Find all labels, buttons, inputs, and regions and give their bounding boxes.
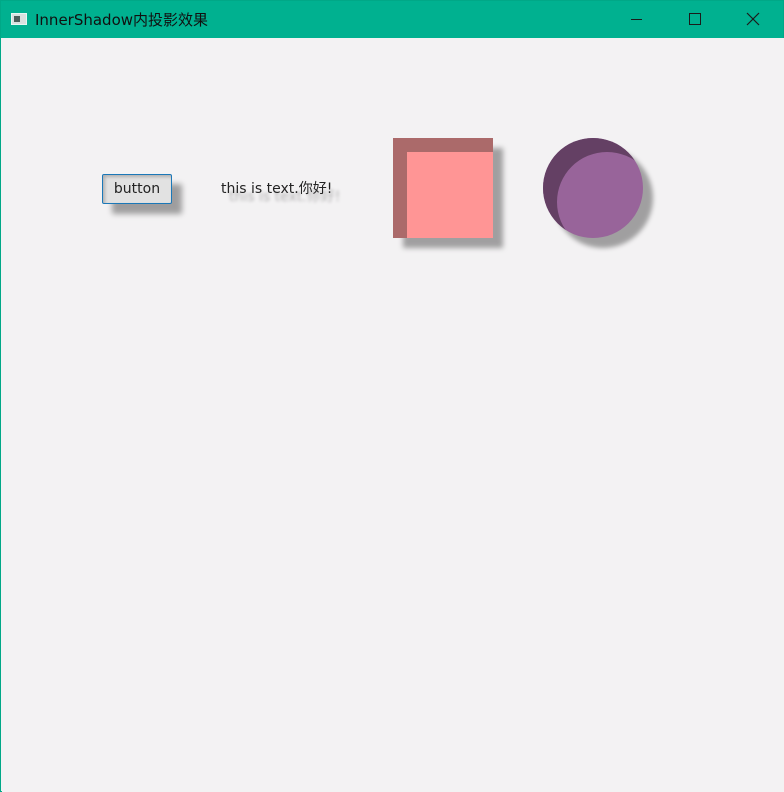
content-area: button this is text.你好! <box>2 38 784 792</box>
close-icon <box>746 12 760 26</box>
shadowed-square <box>393 138 493 238</box>
minimize-icon <box>631 19 642 20</box>
demo-text: this is text.你好! <box>221 181 333 197</box>
title-bar[interactable]: InnerShadow内投影效果 <box>1 1 783 38</box>
minimize-button[interactable] <box>607 1 665 38</box>
demo-button[interactable]: button <box>102 174 172 204</box>
app-icon-pane <box>14 16 20 22</box>
shadowed-circle <box>543 138 643 238</box>
close-button[interactable] <box>723 1 781 38</box>
window-title: InnerShadow内投影效果 <box>35 11 209 29</box>
maximize-button[interactable] <box>665 1 723 38</box>
maximize-icon <box>689 13 701 25</box>
app-window: InnerShadow内投影效果 button this is text.你好! <box>0 0 784 792</box>
app-window-icon <box>11 13 27 25</box>
